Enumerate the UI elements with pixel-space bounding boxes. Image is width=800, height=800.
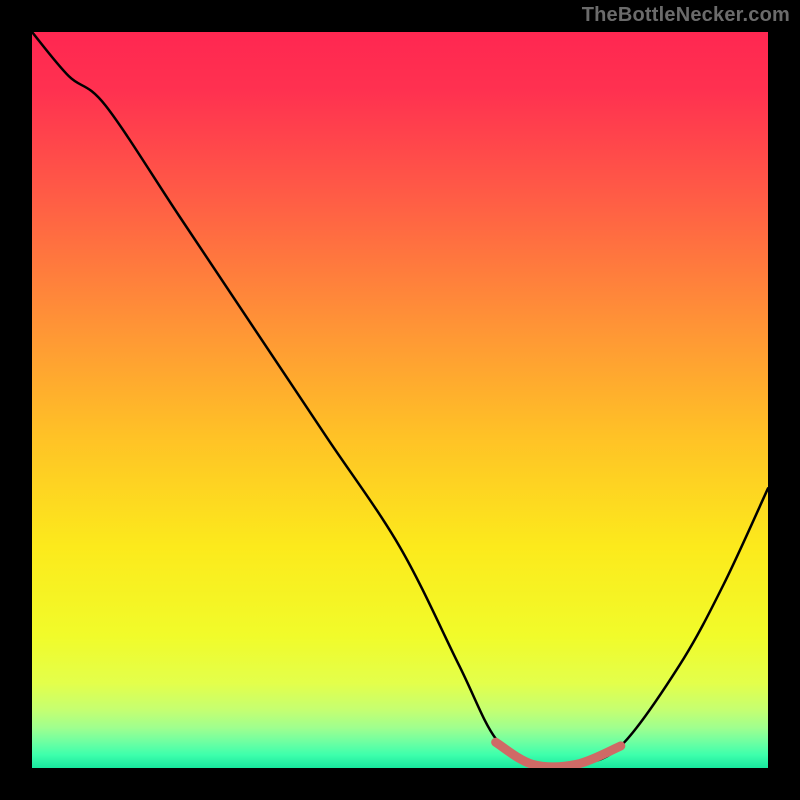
attribution-label: TheBottleNecker.com (582, 4, 790, 27)
plot-area (32, 32, 768, 768)
chart-frame: TheBottleNecker.com (0, 0, 800, 800)
curve-layer (32, 32, 768, 768)
bottleneck-curve (32, 32, 768, 767)
sweet-spot-band (496, 742, 621, 767)
